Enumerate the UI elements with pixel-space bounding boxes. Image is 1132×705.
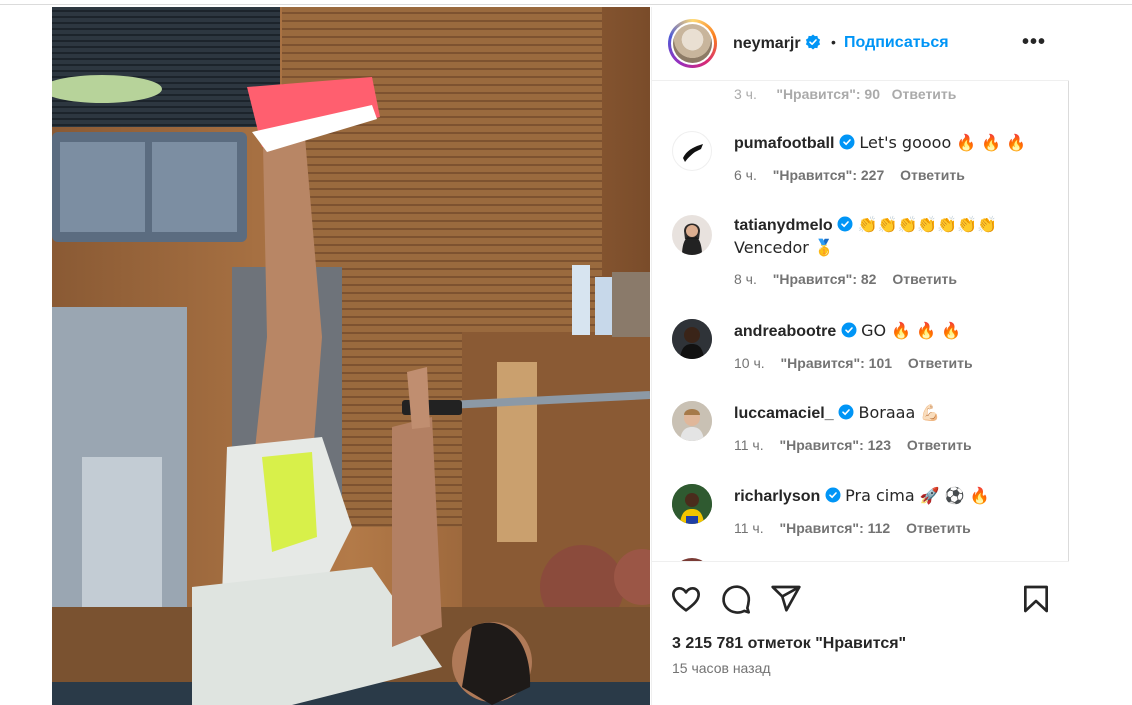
comment-text-block: richarlyson Pra cima 🚀 ⚽ 🔥 <box>734 485 1054 508</box>
comment-likes[interactable]: "Нравится": 227 <box>773 167 884 183</box>
follow-button[interactable]: Подписаться <box>844 34 949 52</box>
verified-badge-icon <box>837 216 853 232</box>
comments-list[interactable]: 3 ч. "Нравится": 90 Ответить pumafootbal… <box>652 81 1069 561</box>
comment-username[interactable]: pumafootball <box>734 135 834 152</box>
comment-username[interactable]: tatianydmelo <box>734 217 833 234</box>
post-details-panel: neymarjr • Подписаться ••• 3 ч. "Нравитс… <box>651 7 1069 705</box>
comment-meta: 11 ч. "Нравится": 112 Ответить <box>734 520 983 536</box>
comment-likes[interactable]: "Нравится": 82 <box>773 271 877 287</box>
post-photo[interactable] <box>52 7 650 705</box>
avatar[interactable] <box>672 215 712 255</box>
bookmark-icon[interactable] <box>1020 583 1052 615</box>
comment-text-block: pumafootball Let's goooo 🔥 🔥 🔥 <box>734 132 1054 155</box>
comment-text-block: tatianydmelo 👏👏👏👏👏👏👏 Vencedor 🥇 <box>734 214 1034 260</box>
comment-text: Pra cima 🚀 ⚽ 🔥 <box>845 486 990 505</box>
more-options-icon[interactable]: ••• <box>1022 32 1046 52</box>
comment-meta: 11 ч. "Нравится": 123 Ответить <box>734 437 984 453</box>
post-actions: 3 215 781 отметок "Нравится" 15 часов на… <box>652 561 1069 705</box>
comment-time: 11 ч. <box>734 520 764 536</box>
header-separator: • <box>831 34 836 50</box>
comment-time: 8 ч. <box>734 271 757 287</box>
comment-text: Let's goooo 🔥 🔥 🔥 <box>859 133 1027 152</box>
comment-likes[interactable]: "Нравится": 123 <box>780 437 891 453</box>
browser-divider <box>0 4 1132 5</box>
comment-time: 10 ч. <box>734 355 765 371</box>
avatar[interactable] <box>672 319 712 359</box>
comment-text-block: andreabootre GO 🔥 🔥 🔥 <box>734 320 1054 343</box>
comment-likes[interactable]: "Нравится": 112 <box>780 520 891 536</box>
partial-comment-meta: 3 ч. "Нравится": 90 Ответить <box>734 86 956 102</box>
avatar[interactable] <box>672 131 712 171</box>
comment-username[interactable]: andreabootre <box>734 323 836 340</box>
author-username[interactable]: neymarjr <box>733 34 821 53</box>
reply-button[interactable]: Ответить <box>900 167 965 183</box>
comment-meta: 6 ч. "Нравится": 227 Ответить <box>734 167 977 183</box>
paper-plane-icon[interactable] <box>770 583 802 615</box>
reply-button[interactable]: Ответить <box>906 520 971 536</box>
heart-icon[interactable] <box>670 583 702 615</box>
comment-username[interactable]: luccamaciel_ <box>734 405 834 422</box>
comment-time: 11 ч. <box>734 437 764 453</box>
comment-username[interactable]: richarlyson <box>734 488 820 505</box>
post-timestamp[interactable]: 15 часов назад <box>672 660 771 676</box>
reply-button[interactable]: Ответить <box>892 86 957 102</box>
comment-text: Boraaa 💪🏻 <box>858 403 941 422</box>
comment-meta: 8 ч. "Нравится": 82 Ответить <box>734 271 969 287</box>
comment-likes[interactable]: "Нравится": 101 <box>781 355 892 371</box>
reply-button[interactable]: Ответить <box>907 437 972 453</box>
avatar[interactable] <box>672 484 712 524</box>
avatar[interactable] <box>672 401 712 441</box>
verified-badge-icon <box>805 34 821 50</box>
reply-button[interactable]: Ответить <box>908 355 973 371</box>
likes-count[interactable]: 3 215 781 отметок "Нравится" <box>672 635 906 653</box>
post-header: neymarjr • Подписаться ••• <box>652 7 1069 81</box>
comment-text: GO 🔥 🔥 🔥 <box>861 321 962 340</box>
verified-badge-icon <box>838 404 854 420</box>
author-name-text: neymarjr <box>733 35 801 52</box>
comment-meta: 10 ч. "Нравится": 101 Ответить <box>734 355 985 371</box>
comment-time: 6 ч. <box>734 167 757 183</box>
comment-text-block: luccamaciel_ Boraaa 💪🏻 <box>734 402 1054 425</box>
comment-bubble-icon[interactable] <box>720 583 752 615</box>
verified-badge-icon <box>841 322 857 338</box>
verified-badge-icon <box>839 134 855 150</box>
comment-time: 3 ч. <box>734 86 757 102</box>
verified-badge-icon <box>825 487 841 503</box>
comment-likes: "Нравится": 90 <box>776 86 880 102</box>
reply-button[interactable]: Ответить <box>892 271 957 287</box>
author-avatar[interactable] <box>668 19 717 68</box>
